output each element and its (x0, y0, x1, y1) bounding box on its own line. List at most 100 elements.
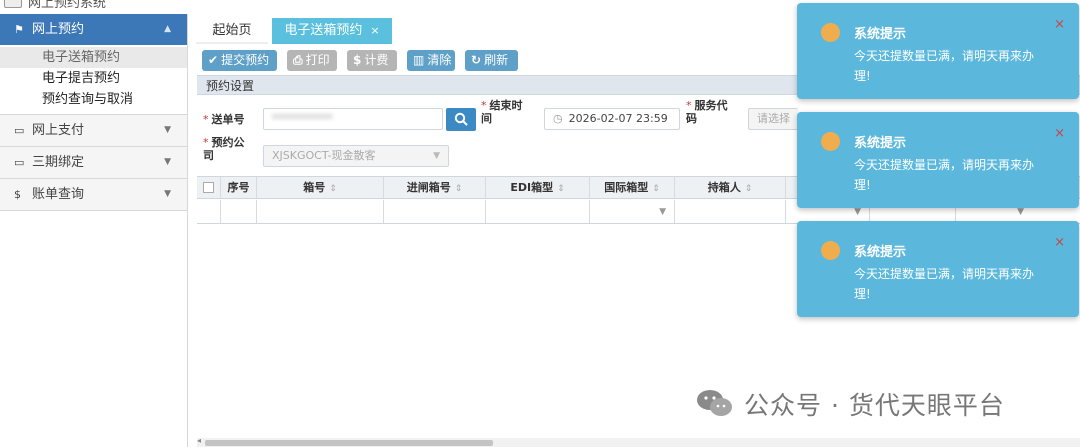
warning-dot-icon (821, 23, 840, 42)
grid-col-seq[interactable]: 序号 (221, 177, 257, 198)
card-icon: ▭ (14, 124, 25, 137)
app-logo-icon (4, 0, 22, 8)
toast-notification: 系统提示 今天还提数量已满，请明天再来办理! × (797, 112, 1079, 208)
grid-col-holder[interactable]: 持箱人 ⇕ (675, 177, 786, 198)
search-icon (454, 112, 468, 126)
sort-icon: ⇕ (652, 184, 660, 194)
print-button[interactable]: ⎙ 打印 (287, 50, 337, 71)
warning-dot-icon (821, 241, 840, 260)
refresh-button[interactable]: ↻ 刷新 (465, 50, 518, 71)
clear-button[interactable]: ▥ 清除 (407, 50, 455, 71)
holder-input[interactable] (675, 200, 786, 223)
sidebar-head-online-booking[interactable]: ⚑ 网上预约 ▲ (0, 14, 187, 45)
chevron-down-icon: ▼ (164, 157, 171, 167)
sidebar-head-label: 三期绑定 (32, 155, 85, 170)
grid-col-intl-type[interactable]: 国际箱型 ⇕ (590, 177, 675, 198)
sidebar-item-e-pickup-booking[interactable]: 电子提吉预约 (0, 68, 187, 89)
button-label: 计费 (364, 53, 389, 67)
search-button[interactable] (446, 108, 476, 131)
dollar-icon: $ (14, 188, 21, 201)
tab-e-delivery-booking[interactable]: 电子送箱预约 × (272, 18, 392, 44)
sidebar-head-label: 账单查询 (32, 187, 85, 202)
end-time-input[interactable]: ◷ 2026-02-07 23:59 (544, 108, 680, 130)
sidebar-head-binding[interactable]: ▭ 三期绑定 ▼ (0, 147, 187, 178)
flag-icon: ⚑ (14, 23, 24, 36)
sort-icon: ⇕ (454, 184, 463, 194)
sidebar-group-binding: ▭ 三期绑定 ▼ (0, 147, 187, 179)
sidebar-group-online-payment: ▭ 网上支付 ▼ (0, 115, 187, 147)
scrollbar-thumb[interactable] (205, 440, 493, 446)
gate-in-no-input[interactable] (384, 200, 486, 223)
close-icon[interactable]: × (1054, 17, 1065, 32)
printer-icon: ⎙ (293, 53, 303, 67)
sidebar-subitems: 电子送箱预约 电子提吉预约 预约查询与取消 (0, 45, 187, 114)
company-label: * 预约公司 (203, 136, 245, 162)
scroll-left-icon[interactable]: ◂ (197, 436, 201, 445)
button-label: 打印 (305, 53, 330, 67)
bill-no-input[interactable]: *********** (263, 108, 443, 130)
sidebar-head-label: 网上预约 (32, 22, 85, 37)
grid-col-container-no[interactable]: 箱号 ⇕ (257, 177, 384, 198)
toast-message: 今天还提数量已满，请明天再来办理! (854, 49, 1035, 83)
sort-icon: ⇕ (557, 184, 565, 194)
submit-booking-button[interactable]: ✔ 提交预约 (202, 50, 277, 71)
sidebar-item-booking-query-cancel[interactable]: 预约查询与取消 (0, 89, 187, 110)
sidebar-head-label: 网上支付 (32, 123, 85, 138)
chevron-down-icon: ▼ (659, 207, 666, 217)
sidebar-group-bill-query: $ 账单查询 ▼ (0, 179, 187, 211)
trash-icon: ▥ (413, 53, 425, 67)
chevron-down-icon: ▼ (164, 189, 171, 199)
end-time-value: 2026-02-07 23:59 (568, 112, 668, 125)
sidebar-head-online-payment[interactable]: ▭ 网上支付 ▼ (0, 115, 187, 146)
tab-label: 电子送箱预约 (284, 23, 363, 38)
sidebar-head-bill-query[interactable]: $ 账单查询 ▼ (0, 179, 187, 210)
card-icon: ▭ (14, 156, 25, 169)
close-icon[interactable]: × (1054, 235, 1065, 250)
checkbox[interactable] (203, 181, 214, 193)
warning-dot-icon (821, 132, 840, 151)
chevron-down-icon: ▼ (164, 125, 171, 135)
chevron-up-icon: ▲ (164, 24, 171, 34)
button-label: 提交预约 (221, 53, 270, 67)
wechat-icon (697, 390, 732, 416)
row-seq (221, 200, 257, 223)
button-label: 清除 (427, 53, 452, 67)
close-icon[interactable]: × (1054, 126, 1065, 141)
refresh-icon: ↻ (471, 53, 482, 67)
sidebar-group-online-booking: ⚑ 网上预约 ▲ 电子送箱预约 电子提吉预约 预约查询与取消 (0, 14, 187, 115)
intl-type-select[interactable]: ▼ (590, 200, 675, 223)
clock-icon: ◷ (553, 112, 563, 125)
toast-title: 系统提示 (854, 27, 907, 42)
button-label: 刷新 (484, 53, 509, 67)
service-code-select[interactable]: 请选择 (748, 108, 798, 130)
grid-col-edi-type[interactable]: EDI箱型 ⇕ (486, 177, 590, 198)
row-select[interactable] (197, 200, 221, 223)
sidebar-item-e-delivery-booking[interactable]: 电子送箱预约 (0, 47, 187, 68)
chevron-down-icon: ▼ (433, 151, 440, 161)
sort-icon: ⇕ (329, 184, 337, 194)
app-title: 网上预约系统 (28, 0, 107, 10)
toast-message: 今天还提数量已满，请明天再来办理! (854, 267, 1035, 301)
billing-button[interactable]: $ 计费 (347, 50, 397, 71)
close-icon[interactable]: × (370, 24, 379, 37)
app-window: 网上预约系统 ⚑ 网上预约 ▲ 电子送箱预约 电子提吉预约 预约查询与取消 ▭ 网上… (0, 0, 1080, 447)
watermark-text: 公众号 · 货代天眼平台 (744, 391, 1005, 420)
toast-notification: 系统提示 今天还提数量已满，请明天再来办理! × (797, 221, 1079, 317)
grid-select-all[interactable] (197, 177, 221, 198)
horizontal-scrollbar[interactable]: ◂ (197, 436, 1080, 447)
sidebar: ⚑ 网上预约 ▲ 电子送箱预约 电子提吉预约 预约查询与取消 ▭ 网上支付 ▼ ▭ 三… (0, 14, 188, 447)
service-code-label: * 服务代码 (686, 99, 728, 125)
toast-title: 系统提示 (854, 245, 907, 260)
company-value: XJSKGOCT-现金散客 (272, 149, 376, 162)
bill-no-label: * 送单号 (203, 113, 245, 126)
edi-type-input[interactable] (486, 200, 590, 223)
toast-message: 今天还提数量已满，请明天再来办理! (854, 158, 1035, 192)
container-no-input[interactable] (257, 200, 384, 223)
check-icon: ✔ (208, 53, 219, 67)
sort-icon: ⇕ (744, 184, 753, 194)
grid-col-gate-in-no[interactable]: 进闸箱号 ⇕ (384, 177, 486, 198)
company-select[interactable]: XJSKGOCT-现金散客 ▼ (263, 145, 449, 167)
dollar-icon: $ (353, 53, 362, 67)
tab-home[interactable]: 起始页 (196, 18, 268, 44)
toast-title: 系统提示 (854, 136, 907, 151)
